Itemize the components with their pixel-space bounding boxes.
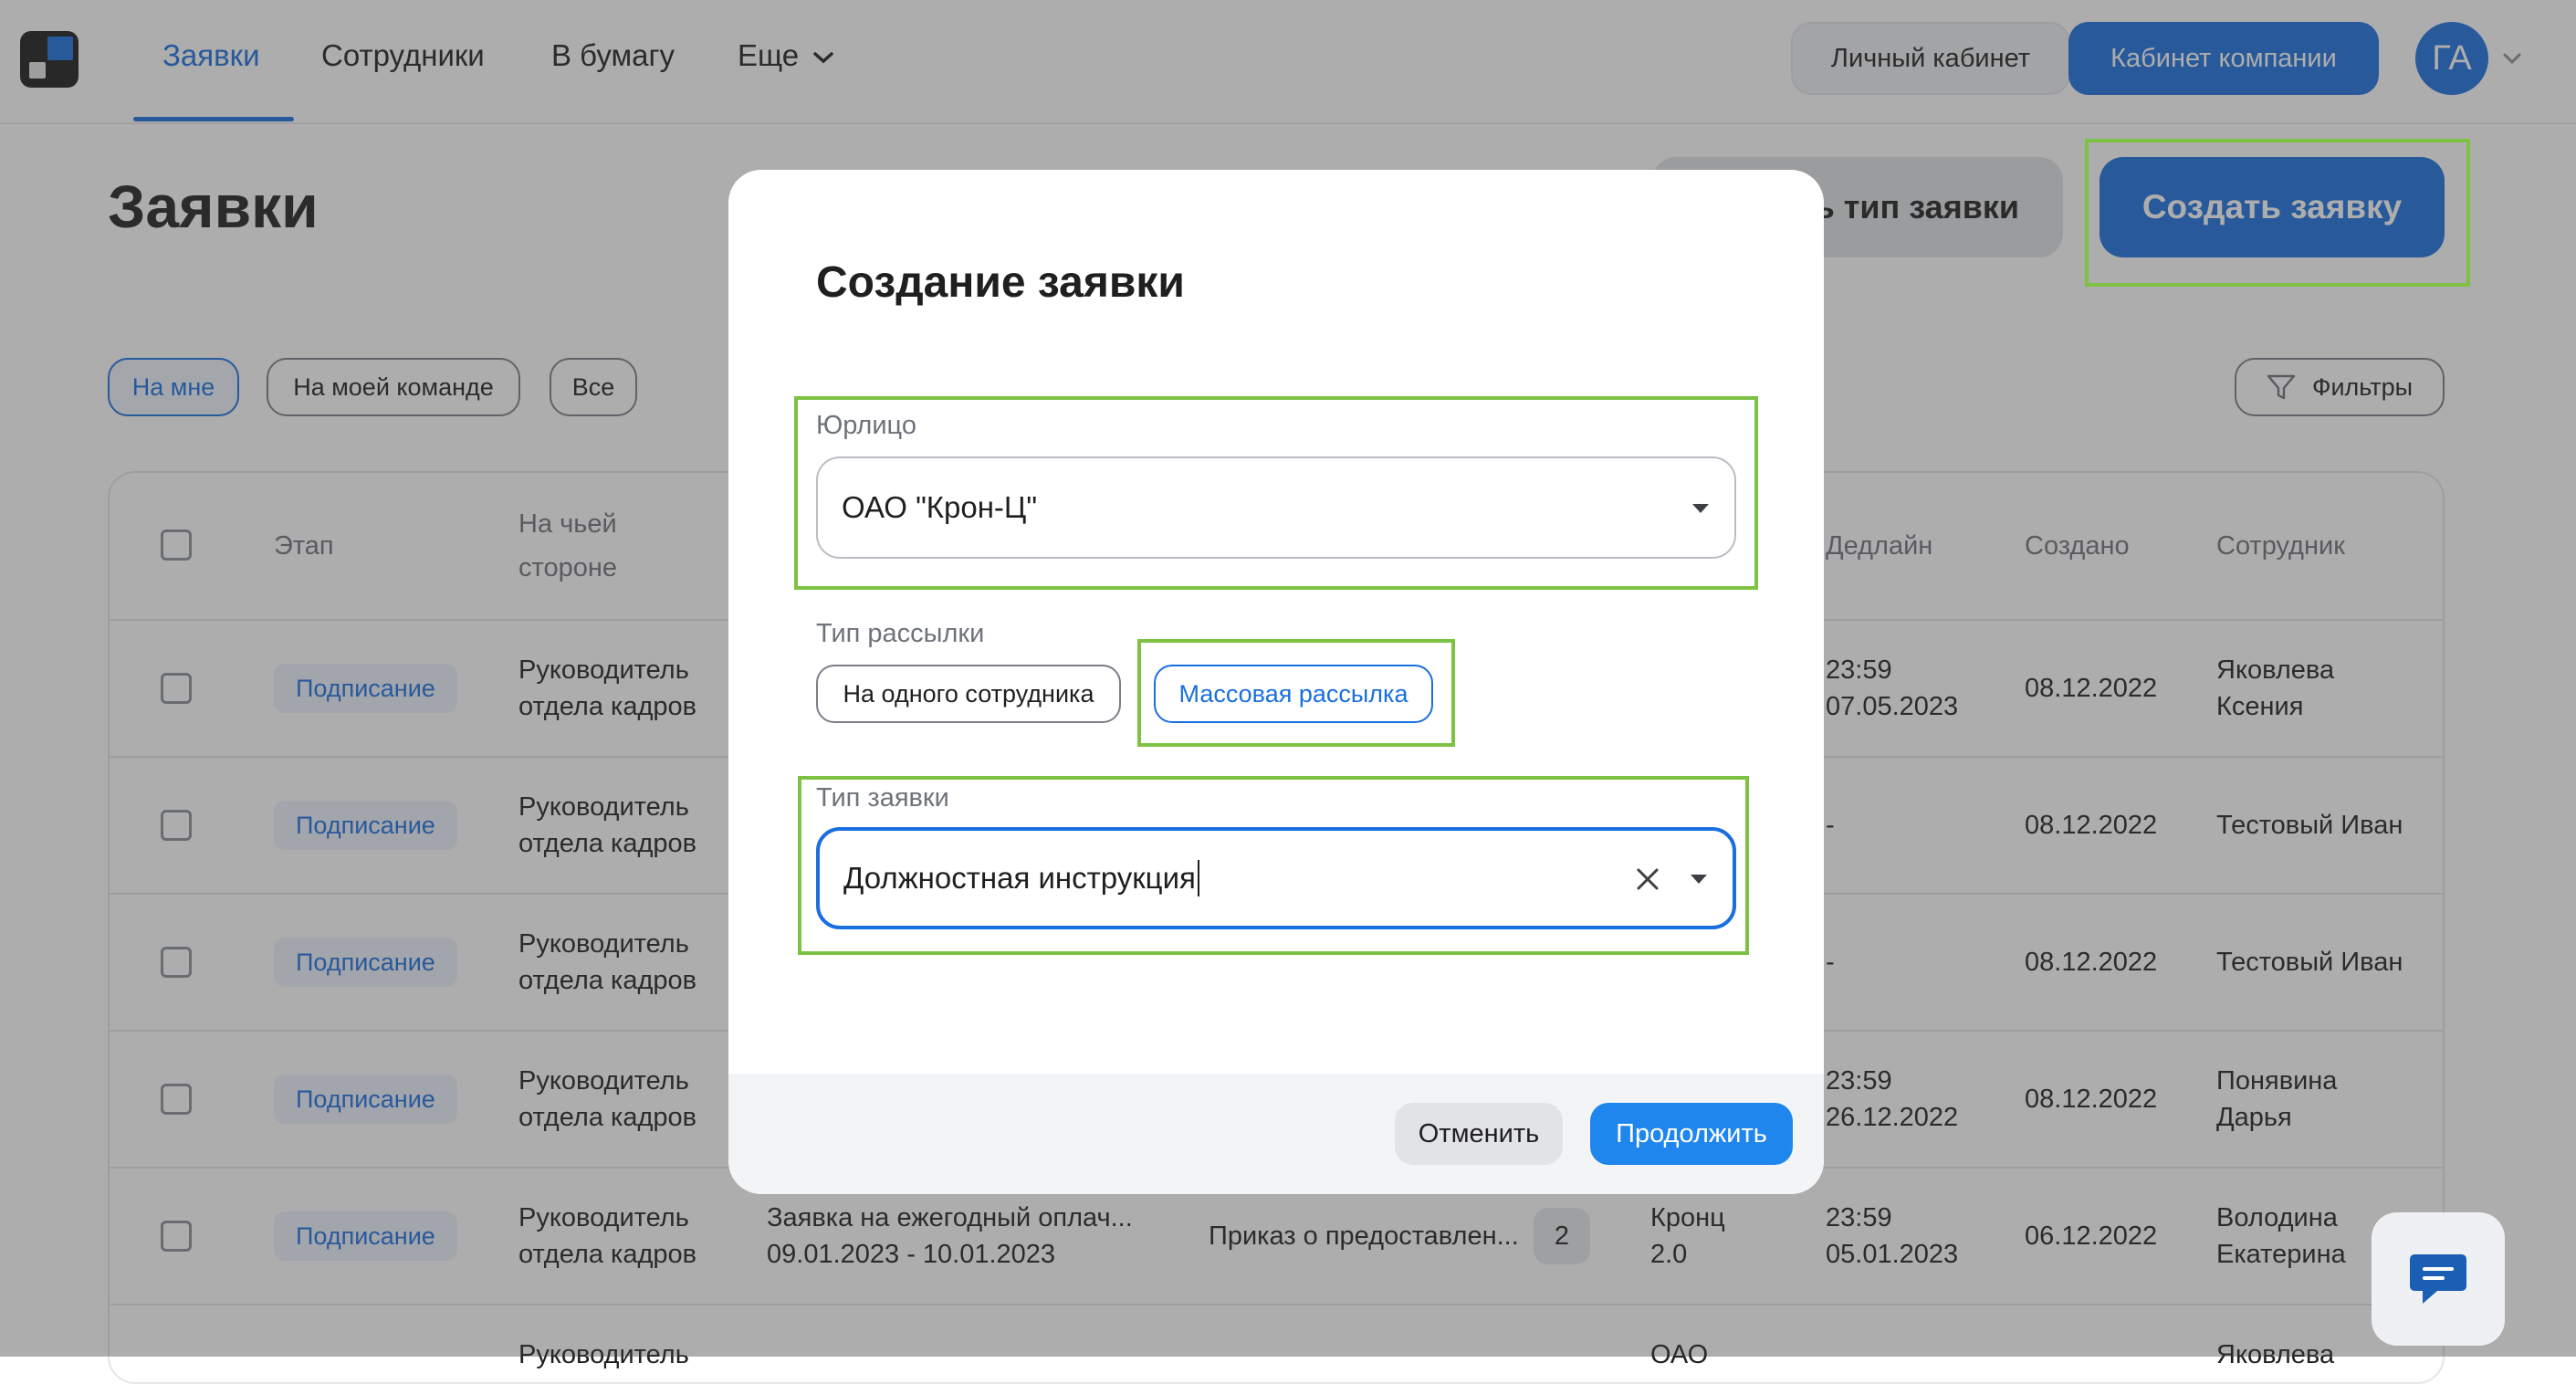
legal-entity-select[interactable]: ОАО "Крон-Ц"	[816, 456, 1736, 559]
text-cursor	[1197, 860, 1199, 896]
create-request-modal: Создание заявки Юрлицо ОАО "Крон-Ц" Тип …	[728, 170, 1824, 1194]
caret-down-icon[interactable]	[1689, 873, 1709, 886]
chat-bubble-icon	[2410, 1254, 2466, 1304]
mailing-option-single[interactable]: На одного сотрудника	[816, 665, 1121, 723]
support-chat-button[interactable]	[2372, 1212, 2505, 1346]
caret-down-icon	[1692, 504, 1709, 513]
legal-entity-value: ОАО "Крон-Ц"	[842, 490, 1038, 524]
mailing-option-mass[interactable]: Массовая рассылка	[1154, 665, 1433, 723]
modal-title: Создание заявки	[816, 258, 1185, 307]
highlight-box-create-overlay	[2085, 139, 2470, 287]
mailing-type-label: Тип рассылки	[816, 619, 985, 648]
legal-entity-label: Юрлицо	[816, 411, 916, 440]
request-type-label: Тип заявки	[816, 783, 949, 813]
cancel-button[interactable]: Отменить	[1395, 1103, 1563, 1165]
close-icon[interactable]	[1634, 865, 1661, 893]
request-type-input[interactable]: Должностная инструкция	[816, 827, 1736, 929]
continue-button[interactable]: Продолжить	[1590, 1103, 1793, 1165]
request-type-value: Должностная инструкция	[843, 861, 1196, 895]
